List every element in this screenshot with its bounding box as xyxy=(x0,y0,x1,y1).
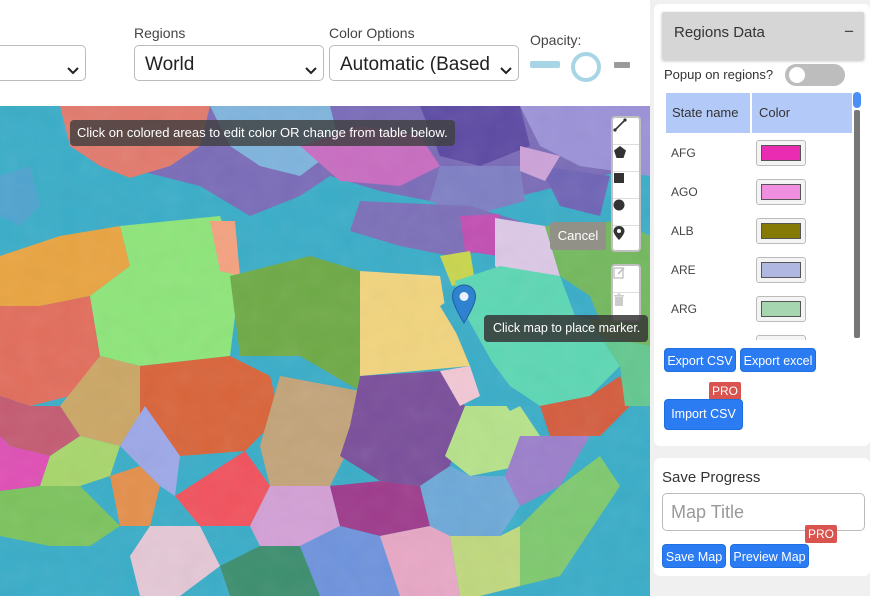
color-swatch xyxy=(761,145,801,161)
map-hint-tooltip: Click on colored areas to edit color OR … xyxy=(70,120,455,146)
color-picker[interactable] xyxy=(756,140,806,166)
color-swatch xyxy=(761,184,801,200)
save-progress-title: Save Progress xyxy=(662,469,761,486)
color-picker[interactable] xyxy=(756,296,806,322)
state-code: AFG xyxy=(671,146,696,160)
regions-data-header[interactable]: Regions Data − xyxy=(662,12,864,60)
cancel-drawing-button[interactable]: Cancel xyxy=(550,222,606,250)
table-scrollbar[interactable] xyxy=(852,90,862,340)
opacity-slider-knob[interactable] xyxy=(571,52,601,82)
map-options-bar: Regions World Color Options Automatic (B… xyxy=(0,0,650,106)
state-code: ARE xyxy=(671,263,696,277)
toggle-knob xyxy=(789,67,805,83)
polyline-icon[interactable] xyxy=(613,118,639,145)
color-swatch xyxy=(761,223,801,239)
scrollbar-track[interactable] xyxy=(854,110,860,338)
export-csv-button[interactable]: Export CSV xyxy=(664,348,736,372)
draw-toolbar xyxy=(611,116,641,252)
regions-table-header: State name Color xyxy=(666,93,852,133)
collapse-icon[interactable]: − xyxy=(844,22,854,42)
color-picker[interactable] xyxy=(756,179,806,205)
color-options-select[interactable]: Automatic (Based xyxy=(329,45,519,81)
chevron-down-icon xyxy=(498,59,512,80)
color-picker[interactable] xyxy=(756,218,806,244)
popup-on-regions-label: Popup on regions? xyxy=(664,67,774,82)
state-code: ARG xyxy=(671,302,698,316)
color-swatch xyxy=(761,262,801,278)
preview-map-button[interactable]: Preview Map xyxy=(730,544,809,568)
rectangle-icon[interactable] xyxy=(613,172,639,199)
map-type-select[interactable] xyxy=(0,45,86,81)
state-code: AGO xyxy=(671,185,698,199)
polygon-icon[interactable] xyxy=(613,145,639,172)
color-picker[interactable] xyxy=(756,257,806,283)
table-row: ARG xyxy=(664,290,852,329)
regions-label: Regions xyxy=(134,25,186,41)
pro-badge: PRO xyxy=(709,382,742,400)
save-progress-panel: Save Progress Map Title PRO Save Map Pre… xyxy=(654,458,870,576)
regions-table: State name Color AFG AGO ALB ARE ARG xyxy=(664,90,852,340)
export-excel-button[interactable]: Export excel xyxy=(740,348,816,372)
table-row: AFG xyxy=(664,134,852,173)
color-options-label: Color Options xyxy=(329,25,415,41)
opacity-label: Opacity: xyxy=(530,32,582,48)
chevron-down-icon xyxy=(305,59,317,80)
opacity-minus-icon[interactable] xyxy=(614,62,630,68)
marker-icon[interactable] xyxy=(613,226,639,252)
table-row xyxy=(664,329,852,340)
regions-data-panel: Regions Data − Popup on regions? State n… xyxy=(654,4,870,446)
pro-badge: PRO xyxy=(805,525,838,543)
circle-icon[interactable] xyxy=(613,199,639,226)
popup-on-regions-toggle[interactable] xyxy=(785,64,845,86)
import-csv-button[interactable]: Import CSV xyxy=(664,399,743,430)
state-code: ALB xyxy=(671,224,694,238)
color-swatch xyxy=(761,301,801,317)
regions-select-value: World xyxy=(145,54,195,75)
chevron-down-icon xyxy=(67,59,79,80)
column-header-color[interactable]: Color xyxy=(759,105,790,120)
save-map-button[interactable]: Save Map xyxy=(662,544,726,568)
map-canvas[interactable]: Click on colored areas to edit color OR … xyxy=(0,106,650,596)
opacity-line-icon[interactable] xyxy=(530,61,560,68)
edit-layers-icon[interactable] xyxy=(613,266,639,293)
color-picker[interactable] xyxy=(756,335,806,340)
marker-hint-tooltip: Click map to place marker. xyxy=(484,315,649,342)
map-regions[interactable] xyxy=(0,106,650,596)
regions-data-title: Regions Data xyxy=(674,24,765,41)
color-options-select-value: Automatic (Based xyxy=(340,54,490,75)
column-divider xyxy=(750,93,752,133)
column-header-state-name[interactable]: State name xyxy=(672,105,739,120)
table-row: ARE xyxy=(664,251,852,290)
table-row: AGO xyxy=(664,173,852,212)
edit-toolbar xyxy=(611,264,641,322)
scrollbar-thumb[interactable] xyxy=(853,92,861,108)
regions-select[interactable]: World xyxy=(134,45,324,81)
table-row: ALB xyxy=(664,212,852,251)
